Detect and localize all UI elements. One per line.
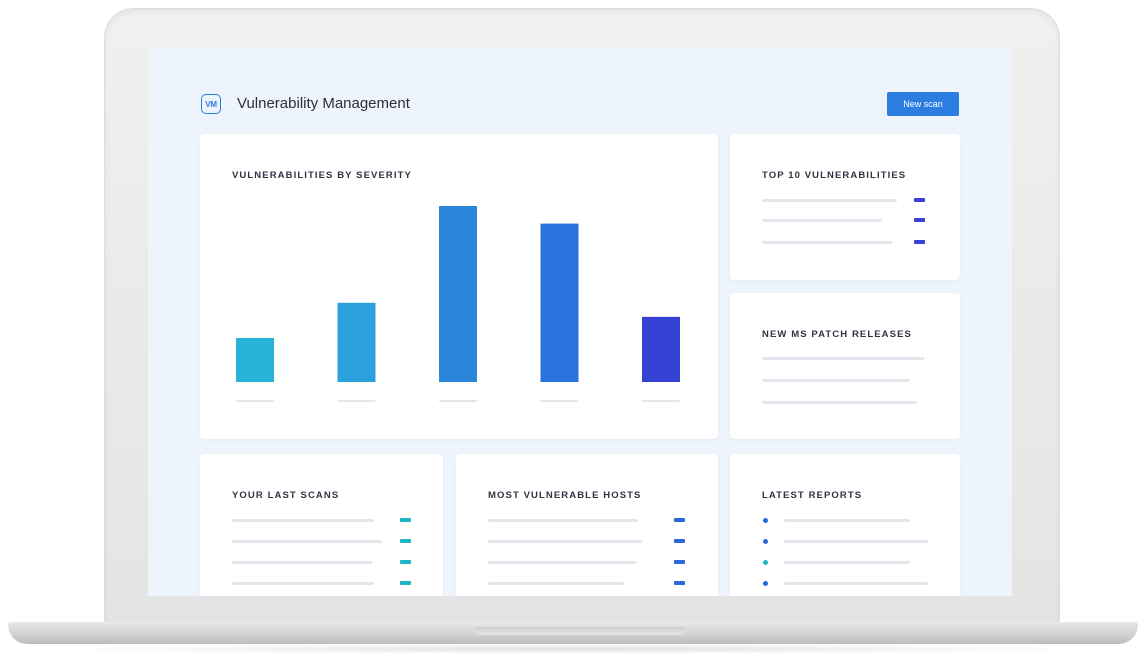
- severity-bar: [337, 302, 376, 382]
- severity-bar: [439, 206, 477, 382]
- list-item-line: [232, 540, 382, 543]
- page-title: Vulnerability Management: [237, 95, 410, 112]
- list-item-line: [762, 401, 917, 404]
- category-label-placeholder: [540, 400, 579, 402]
- list-item-marker: [914, 198, 925, 202]
- top10-card: TOP 10 VULNERABILITIES: [730, 134, 960, 280]
- list-item-line: [784, 561, 910, 564]
- ms-patch-card-title: NEW MS PATCH RELEASES: [762, 329, 912, 340]
- list-item-line: [762, 241, 892, 244]
- top10-card-title: TOP 10 VULNERABILITIES: [762, 170, 907, 181]
- list-item-line: [784, 519, 910, 522]
- vm-logo-icon: VM: [201, 94, 221, 114]
- list-item-marker: [674, 539, 685, 543]
- list-item-marker: [914, 218, 925, 222]
- new-scan-button[interactable]: New scan: [887, 92, 959, 116]
- category-label-placeholder: [337, 400, 376, 402]
- severity-card: VULNERABILITIES BY SEVERITY: [200, 134, 718, 439]
- last-scans-card-title: YOUR LAST SCANS: [232, 490, 340, 501]
- list-item-marker: [914, 240, 925, 244]
- app-screen: VM Vulnerability Management New scan VUL…: [148, 48, 1012, 596]
- ms-patch-card: NEW MS PATCH RELEASES: [730, 293, 960, 439]
- list-item-line: [488, 519, 638, 522]
- list-item-marker: [400, 560, 411, 564]
- list-item-marker: [674, 560, 685, 564]
- list-item-line: [762, 219, 882, 222]
- list-item-line: [784, 582, 928, 585]
- severity-bar: [540, 223, 579, 382]
- list-item-marker: [400, 581, 411, 585]
- list-item-line: [784, 540, 928, 543]
- list-item-line: [488, 540, 642, 543]
- severity-bar: [236, 338, 274, 382]
- latest-reports-card-title: LATEST REPORTS: [762, 490, 863, 501]
- list-item-bullet: [763, 539, 768, 544]
- list-item-line: [232, 561, 372, 564]
- list-item-bullet: [763, 581, 768, 586]
- list-item-line: [232, 519, 374, 522]
- laptop-hinge-notch: [474, 627, 686, 635]
- category-label-placeholder: [439, 400, 477, 402]
- list-item-line: [232, 582, 374, 585]
- severity-bar-chart: [236, 206, 680, 402]
- category-label-placeholder: [642, 400, 680, 402]
- list-item-line: [762, 199, 897, 202]
- list-item-bullet: [763, 560, 768, 565]
- list-item-marker: [674, 581, 685, 585]
- category-label-placeholder: [236, 400, 274, 402]
- latest-reports-card: LATEST REPORTS: [730, 454, 960, 596]
- vulnerable-hosts-card-title: MOST VULNERABLE HOSTS: [488, 490, 642, 501]
- vulnerable-hosts-card: MOST VULNERABLE HOSTS: [456, 454, 718, 596]
- list-item-marker: [400, 539, 411, 543]
- list-item-bullet: [763, 518, 768, 523]
- laptop-shadow: [40, 644, 1105, 654]
- list-item-marker: [674, 518, 685, 522]
- last-scans-card: YOUR LAST SCANS: [200, 454, 443, 596]
- list-item-line: [762, 379, 910, 382]
- list-item-marker: [400, 518, 411, 522]
- list-item-line: [488, 561, 636, 564]
- list-item-line: [488, 582, 624, 585]
- list-item-line: [762, 357, 924, 360]
- severity-bar: [642, 316, 680, 382]
